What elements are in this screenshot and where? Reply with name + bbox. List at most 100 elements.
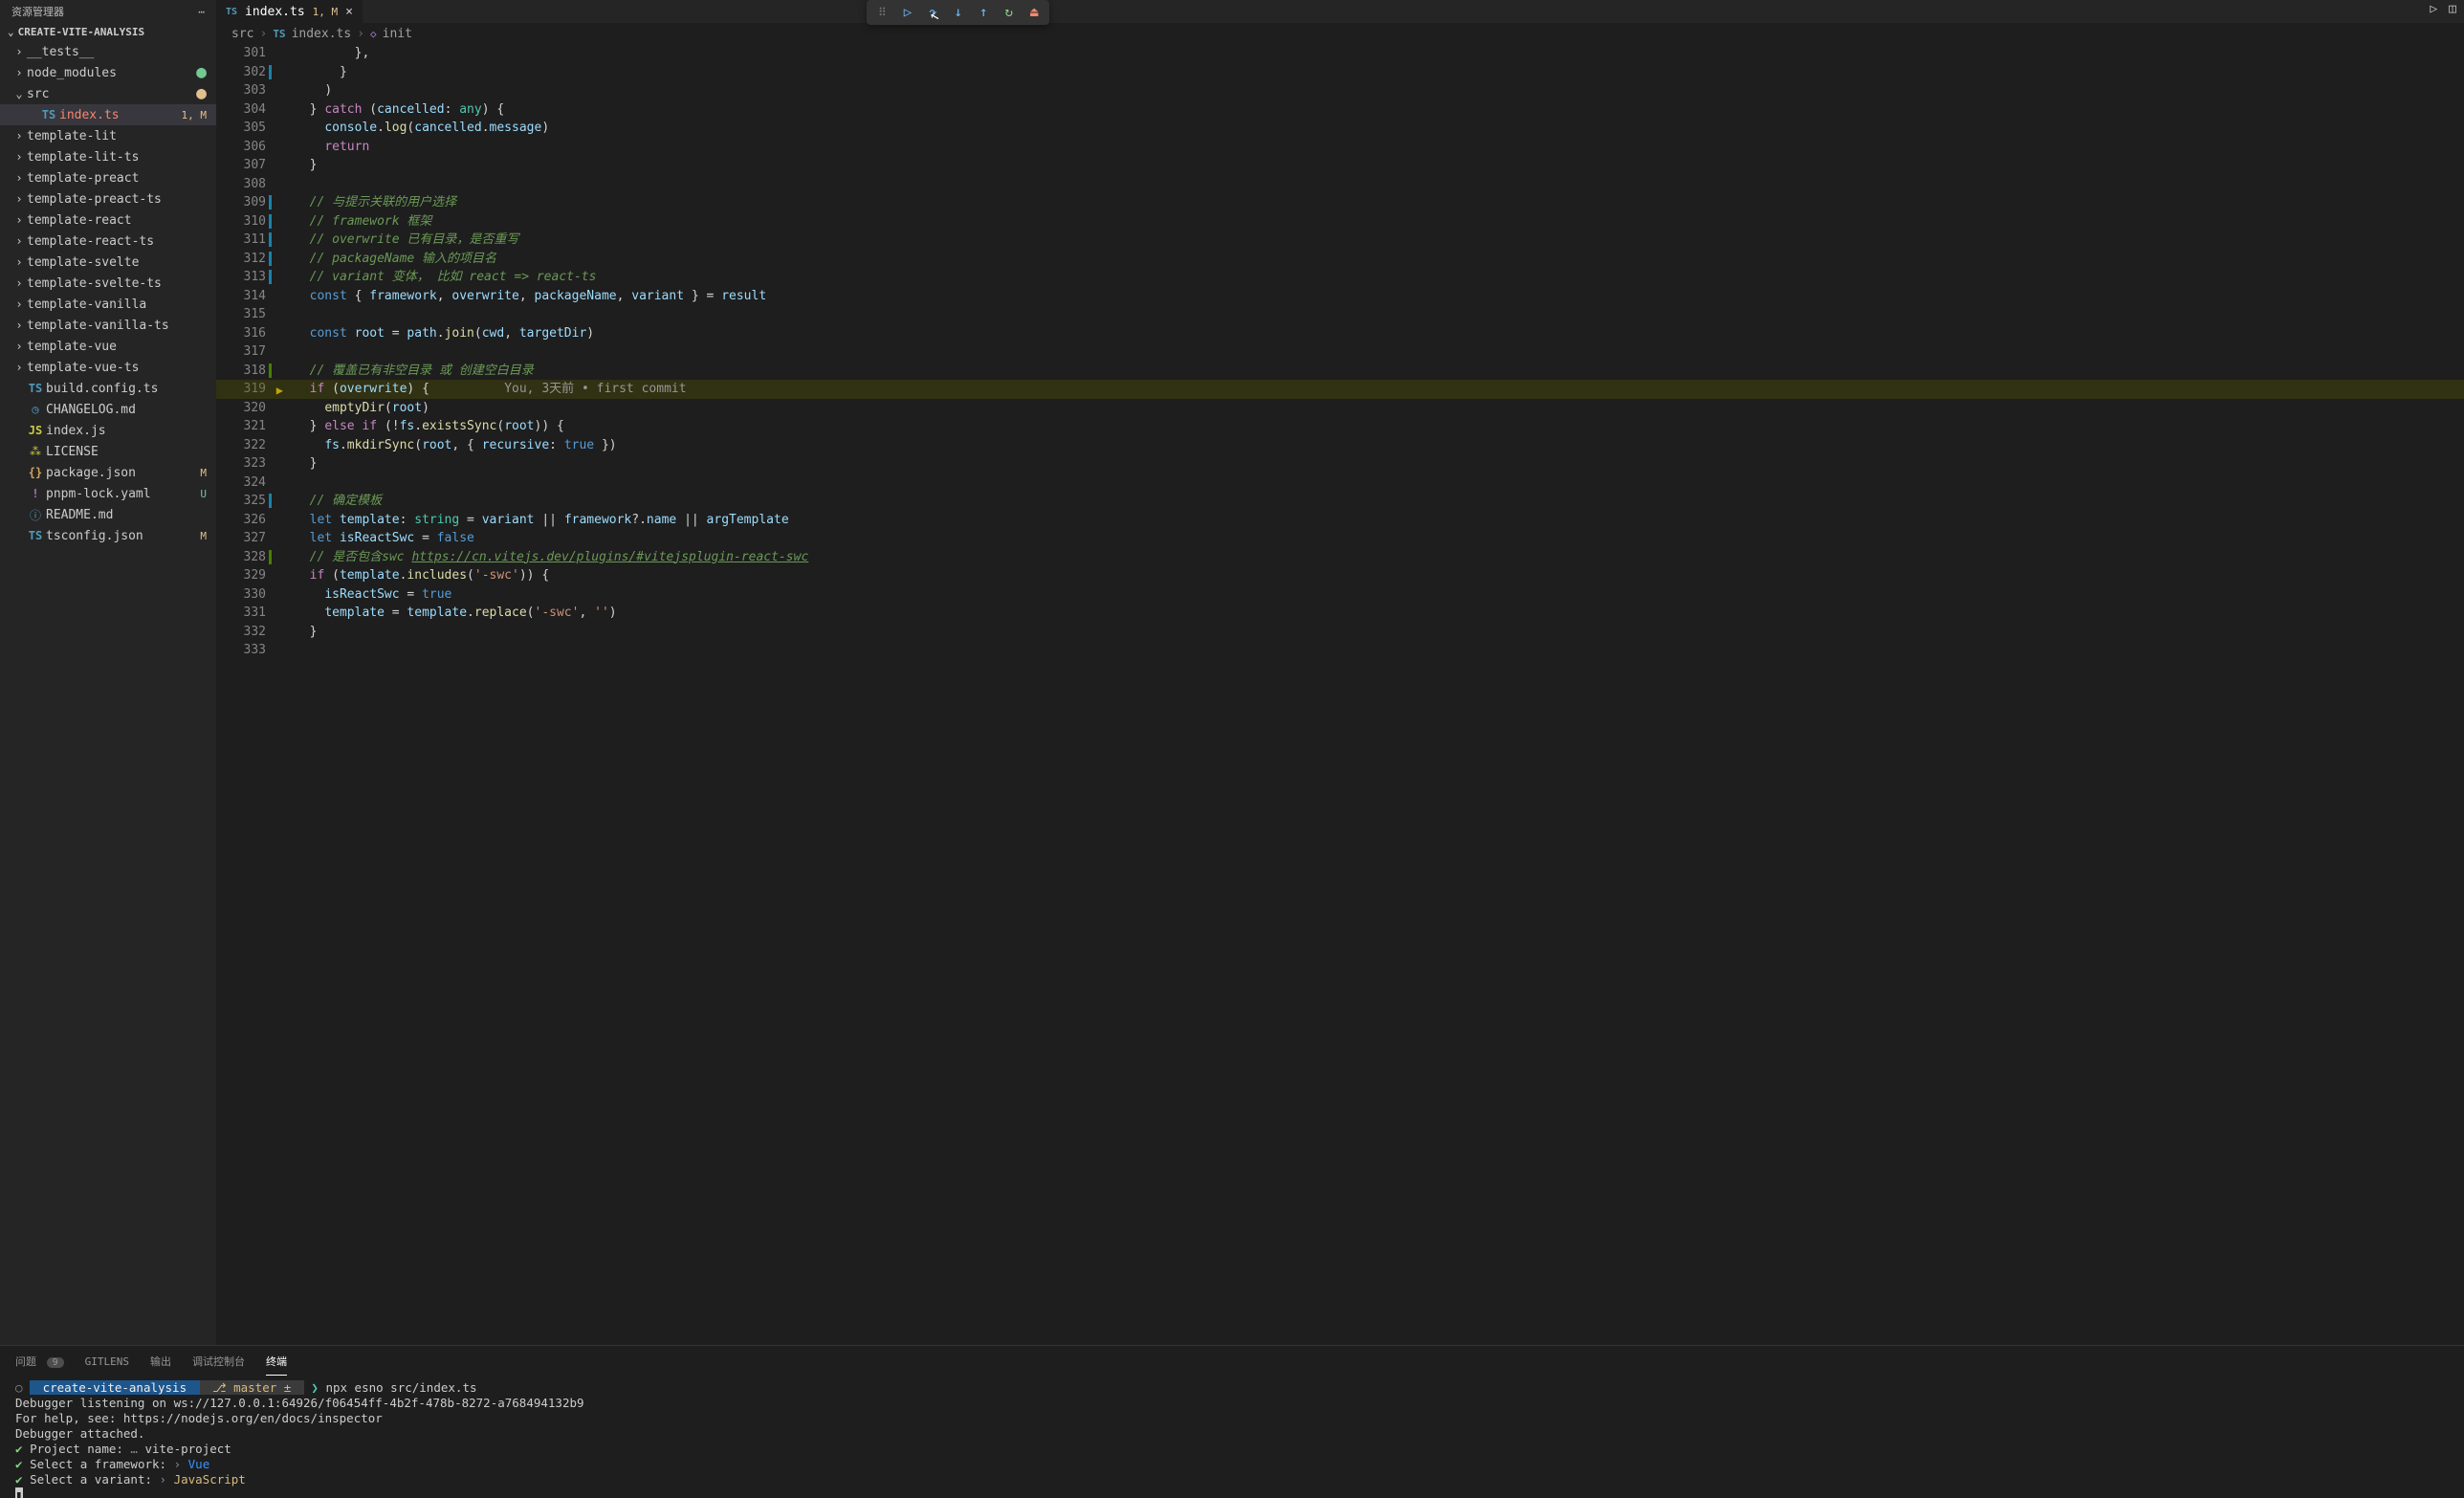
breadcrumbs[interactable]: src › TS index.ts › ◇ init: [216, 23, 2464, 44]
line-number[interactable]: 318: [216, 362, 266, 381]
code-line[interactable]: } else if (!fs.existsSync(root)) {: [295, 417, 2464, 436]
line-number[interactable]: 332: [216, 623, 266, 642]
file-item[interactable]: !pnpm-lock.yamlU: [0, 483, 216, 504]
breadcrumb-segment[interactable]: index.ts: [292, 27, 352, 41]
line-number[interactable]: 301: [216, 44, 266, 63]
breadcrumb-segment[interactable]: src: [231, 27, 253, 41]
folder-item[interactable]: ›__tests__: [0, 41, 216, 62]
line-number[interactable]: 329: [216, 566, 266, 585]
code-line[interactable]: const root = path.join(cwd, targetDir): [295, 324, 2464, 343]
file-item[interactable]: ⓘREADME.md: [0, 504, 216, 525]
code-line[interactable]: [295, 641, 2464, 660]
line-number[interactable]: 307: [216, 156, 266, 175]
folder-item[interactable]: ›template-vue-ts: [0, 357, 216, 378]
debug-step-out-button[interactable]: ↑: [979, 5, 987, 20]
folder-item[interactable]: ›template-vue: [0, 336, 216, 357]
line-number[interactable]: 314: [216, 287, 266, 306]
folder-item[interactable]: ›template-preact-ts: [0, 188, 216, 209]
tab-problems[interactable]: 问题 9: [15, 1348, 64, 1375]
code-line[interactable]: }: [295, 63, 2464, 82]
folder-item[interactable]: ⌄src●: [0, 83, 216, 104]
file-item[interactable]: TStsconfig.jsonM: [0, 525, 216, 546]
code-line[interactable]: [295, 175, 2464, 194]
line-number[interactable]: 312: [216, 250, 266, 269]
code-line[interactable]: emptyDir(root): [295, 399, 2464, 418]
code-line[interactable]: let template: string = variant || framew…: [295, 511, 2464, 530]
tab-gitlens[interactable]: GITLENS: [85, 1350, 129, 1374]
file-item[interactable]: JSindex.js: [0, 420, 216, 441]
line-number[interactable]: 324: [216, 474, 266, 493]
code-line[interactable]: return: [295, 138, 2464, 157]
folder-item[interactable]: ›template-lit: [0, 125, 216, 146]
line-number[interactable]: 310: [216, 212, 266, 231]
code-line[interactable]: // 是否包含swc https://cn.vitejs.dev/plugins…: [295, 548, 2464, 567]
split-editor-icon[interactable]: ◫: [2449, 2, 2456, 16]
code-line[interactable]: // framework 框架: [295, 212, 2464, 231]
debug-continue-button[interactable]: ▷: [904, 5, 912, 20]
line-number[interactable]: 331: [216, 604, 266, 623]
editor-tab[interactable]: TS index.ts 1, M ×: [216, 0, 363, 23]
line-number[interactable]: 333: [216, 641, 266, 660]
line-number[interactable]: 306: [216, 138, 266, 157]
line-number[interactable]: 308: [216, 175, 266, 194]
debug-step-into-button[interactable]: ↓: [955, 5, 962, 20]
code-line[interactable]: if (overwrite) { You, 3天前 • first commit: [216, 380, 2464, 399]
code-line[interactable]: } catch (cancelled: any) {: [295, 100, 2464, 120]
line-number[interactable]: 309: [216, 193, 266, 212]
terminal[interactable]: ○ create-vite-analysis ⎇ master ± ❯ npx …: [0, 1377, 2464, 1498]
tab-debug-console[interactable]: 调试控制台: [192, 1348, 245, 1375]
code-line[interactable]: [295, 305, 2464, 324]
code-line[interactable]: }: [295, 156, 2464, 175]
code-editor[interactable]: 3013023033043053063073083093103113123133…: [216, 44, 2464, 1345]
code-line[interactable]: }: [295, 454, 2464, 474]
code-line[interactable]: const { framework, overwrite, packageNam…: [295, 287, 2464, 306]
code-line[interactable]: console.log(cancelled.message): [295, 119, 2464, 138]
line-number[interactable]: 325: [216, 492, 266, 511]
code-line[interactable]: [295, 342, 2464, 362]
code-line[interactable]: // 与提示关联的用户选择: [295, 193, 2464, 212]
line-number[interactable]: 305: [216, 119, 266, 138]
folder-item[interactable]: ›template-svelte: [0, 252, 216, 273]
line-number[interactable]: 303: [216, 81, 266, 100]
line-number[interactable]: 327: [216, 529, 266, 548]
breadcrumb-segment[interactable]: init: [383, 27, 412, 41]
folder-item[interactable]: ›node_modules●: [0, 62, 216, 83]
file-item[interactable]: TSbuild.config.ts: [0, 378, 216, 399]
code-line[interactable]: fs.mkdirSync(root, { recursive: true }): [295, 436, 2464, 455]
file-item[interactable]: TSindex.ts1, M: [0, 104, 216, 125]
debug-restart-button[interactable]: ↻: [1005, 5, 1013, 20]
folder-item[interactable]: ›template-vanilla: [0, 294, 216, 315]
drag-handle-icon[interactable]: ⠿: [878, 6, 887, 19]
code-line[interactable]: // packageName 输入的项目名: [295, 250, 2464, 269]
line-number[interactable]: 323: [216, 454, 266, 474]
folder-item[interactable]: ›template-lit-ts: [0, 146, 216, 167]
line-number[interactable]: 330: [216, 585, 266, 605]
debug-disconnect-button[interactable]: ⏏: [1030, 5, 1038, 20]
line-number[interactable]: 322: [216, 436, 266, 455]
code-lines[interactable]: }, } ) } catch (cancelled: any) { consol…: [295, 44, 2464, 660]
line-number[interactable]: 304: [216, 100, 266, 120]
project-header[interactable]: ⌄ CREATE-VITE-ANALYSIS: [0, 23, 216, 41]
file-item[interactable]: ◷CHANGELOG.md: [0, 399, 216, 420]
folder-item[interactable]: ›template-react: [0, 209, 216, 231]
code-line[interactable]: ): [295, 81, 2464, 100]
line-number[interactable]: 317: [216, 342, 266, 362]
code-line[interactable]: [295, 474, 2464, 493]
code-line[interactable]: // overwrite 已有目录，是否重写: [295, 231, 2464, 250]
line-number[interactable]: 316: [216, 324, 266, 343]
code-line[interactable]: // 覆盖已有非空目录 或 创建空白目录: [295, 362, 2464, 381]
line-number[interactable]: 315: [216, 305, 266, 324]
line-number[interactable]: 321: [216, 417, 266, 436]
line-number[interactable]: 328: [216, 548, 266, 567]
debug-step-over-button[interactable]: ↷: [929, 5, 936, 20]
folder-item[interactable]: ›template-react-ts: [0, 231, 216, 252]
tab-terminal[interactable]: 终端: [266, 1348, 287, 1376]
line-number[interactable]: 320: [216, 399, 266, 418]
code-line[interactable]: if (template.includes('-swc')) {: [295, 566, 2464, 585]
code-line[interactable]: // variant 变体， 比如 react => react-ts: [295, 268, 2464, 287]
line-number[interactable]: 311: [216, 231, 266, 250]
folder-item[interactable]: ›template-svelte-ts: [0, 273, 216, 294]
code-line[interactable]: template = template.replace('-swc', ''): [295, 604, 2464, 623]
folder-item[interactable]: ›template-vanilla-ts: [0, 315, 216, 336]
code-line[interactable]: },: [295, 44, 2464, 63]
